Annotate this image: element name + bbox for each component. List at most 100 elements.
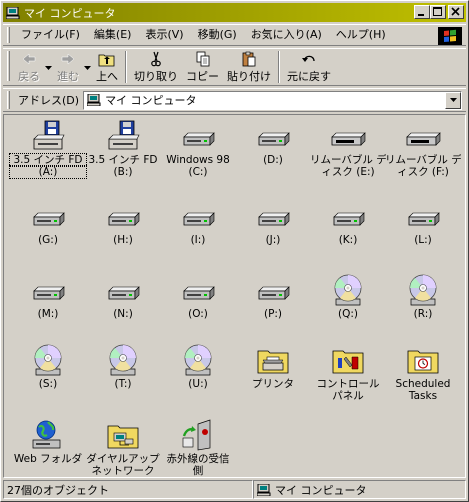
drive-item[interactable]: (P:) [235, 273, 311, 320]
drive-item[interactable]: (T:) [85, 343, 161, 390]
menu-favorites[interactable]: お気に入り(A) [244, 26, 329, 44]
item-label: (I:) [190, 234, 206, 246]
toolbar-grip [7, 51, 10, 81]
cut-button[interactable]: 切り取り [130, 51, 182, 85]
hard-drive-icon [255, 119, 291, 153]
drive-item[interactable]: 3.5 インチ FD (B:) [85, 119, 161, 178]
item-label: Windows 98 [166, 154, 230, 166]
cd-drive-icon [180, 343, 216, 377]
forward-arrow-icon [61, 53, 75, 65]
drive-item[interactable]: (G:) [10, 199, 86, 246]
drive-item[interactable]: (Q:) [310, 273, 386, 320]
title-bar[interactable]: マイ コンピュータ [3, 3, 466, 22]
item-label: (G:) [38, 234, 58, 246]
address-grip [7, 91, 10, 109]
drive-item[interactable]: (H:) [85, 199, 161, 246]
item-label: (K:) [338, 234, 358, 246]
item-label-line2: (B:) [113, 166, 133, 178]
drive-item[interactable]: (M:) [10, 273, 86, 320]
address-dropdown-button[interactable] [445, 91, 461, 109]
back-button[interactable]: 戻る [14, 51, 44, 85]
menu-bar: ファイル(F) 編集(E) 表示(V) 移動(G) お気に入り(A) ヘルプ(H… [3, 24, 466, 46]
menu-view[interactable]: 表示(V) [138, 26, 190, 44]
forward-dropdown[interactable] [83, 51, 92, 85]
hard-drive-icon [30, 273, 66, 307]
hard-drive-icon [30, 199, 66, 233]
drive-item[interactable]: (N:) [85, 273, 161, 320]
menu-edit[interactable]: 編集(E) [87, 26, 139, 44]
drive-item[interactable]: リムーバブル ディスク (F:) [385, 119, 461, 178]
menu-go[interactable]: 移動(G) [191, 26, 244, 44]
item-label-line2: (A:) [9, 165, 87, 179]
drive-item[interactable]: 赤外線の受信側 [160, 418, 236, 477]
drive-item[interactable]: (J:) [235, 199, 311, 246]
drive-item[interactable]: (S:) [10, 343, 86, 390]
item-label: リムーバブル デ [385, 154, 461, 166]
hard-drive-icon [180, 119, 216, 153]
toolbar-separator [278, 51, 280, 83]
close-button[interactable] [448, 5, 464, 19]
drive-item[interactable]: プリンタ [235, 343, 311, 390]
floppy-drive-icon [30, 119, 66, 153]
maximize-button[interactable] [430, 5, 446, 19]
menu-file[interactable]: ファイル(F) [14, 26, 87, 44]
item-label: (O:) [188, 308, 208, 320]
drive-item[interactable]: (R:) [385, 273, 461, 320]
address-value: マイ コンピュータ [105, 94, 197, 107]
paste-button[interactable]: 貼り付け [223, 51, 275, 85]
drive-item[interactable]: (O:) [160, 273, 236, 320]
hard-drive-icon [105, 273, 141, 307]
minimize-icon [418, 14, 424, 16]
item-label: (H:) [113, 234, 133, 246]
my-computer-icon [87, 94, 101, 106]
item-label: (T:) [114, 378, 132, 390]
drive-item[interactable]: Web フォルダ [10, 418, 86, 465]
file-view[interactable]: 3.5 インチ FD (A:) 3.5 インチ FD (B:) Windows 98 (C… [3, 114, 466, 478]
item-label: ダイヤルアップ [86, 453, 160, 465]
up-button[interactable]: 上へ [92, 51, 122, 85]
item-label-line2: ネットワーク [91, 465, 155, 477]
item-label: 赤外線の受信 [166, 453, 230, 465]
status-count: 27個のオブジェクト [3, 480, 253, 499]
paste-icon [242, 51, 256, 67]
back-dropdown[interactable] [44, 51, 53, 85]
drive-item[interactable]: (U:) [160, 343, 236, 390]
drive-item[interactable]: (D:) [235, 119, 311, 166]
item-label: (D:) [263, 154, 283, 166]
item-label: (U:) [188, 378, 208, 390]
status-bar: 27個のオブジェクト マイ コンピュータ [3, 480, 466, 500]
removable-disk-icon [405, 119, 441, 153]
drive-item[interactable]: (I:) [160, 199, 236, 246]
item-label: (Q:) [338, 308, 358, 320]
drive-item[interactable]: Scheduled Tasks [385, 343, 461, 402]
floppy-drive-icon [105, 119, 141, 153]
address-bar: アドレス(D) マイ コンピュータ [3, 88, 466, 112]
item-label: プリンタ [252, 378, 294, 390]
undo-icon [302, 55, 315, 62]
item-label: Web フォルダ [13, 453, 83, 465]
drive-item[interactable]: コントロール パネル [310, 343, 386, 402]
minimize-button[interactable] [414, 5, 430, 19]
drive-item[interactable]: リムーバブル ディスク (E:) [310, 119, 386, 178]
windows-logo-icon [438, 27, 462, 45]
hard-drive-icon [180, 199, 216, 233]
dialup-networking-folder-icon [105, 418, 141, 452]
copy-button[interactable]: コピー [182, 51, 223, 85]
drive-item[interactable]: Windows 98 (C:) [160, 119, 236, 178]
drive-item[interactable]: (K:) [310, 199, 386, 246]
menu-help[interactable]: ヘルプ(H) [329, 26, 393, 44]
drive-item[interactable]: ダイヤルアップ ネットワーク [85, 418, 161, 477]
printers-folder-icon [255, 343, 291, 377]
undo-button[interactable]: 元に戻す [283, 51, 335, 85]
forward-button[interactable]: 進む [53, 51, 83, 85]
item-label-line2: (C:) [188, 166, 208, 178]
maximize-icon [433, 7, 442, 16]
item-label: リムーバブル デ [310, 154, 386, 166]
address-input[interactable]: マイ コンピュータ [83, 90, 462, 110]
drive-item[interactable]: 3.5 インチ FD (A:) [9, 119, 87, 179]
copy-icon [196, 51, 209, 67]
toolbar-separator [125, 51, 127, 83]
hard-drive-icon [105, 199, 141, 233]
cd-drive-icon [405, 273, 441, 307]
drive-item[interactable]: (L:) [385, 199, 461, 246]
